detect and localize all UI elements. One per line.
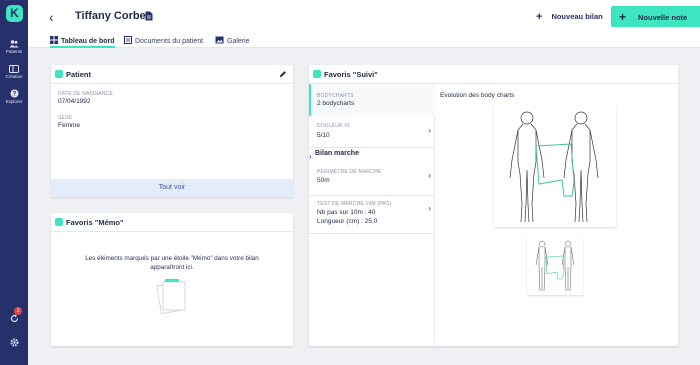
plus-icon: +	[536, 11, 543, 23]
nouveau-bilan-label: Nouveau bilan	[551, 12, 603, 21]
suivi-list: BODYCHARTS 2 bodycharts DOULEUR #1 5/10 …	[309, 84, 435, 346]
patient-card-header: Patient	[51, 65, 293, 84]
body-chart-image	[509, 111, 599, 223]
body-chart-image	[535, 240, 575, 292]
tab-documents-du-patient[interactable]: Documents du patient	[124, 35, 203, 48]
perimetre-value: 50m	[317, 177, 330, 184]
chevron-right-icon: ›	[309, 152, 312, 161]
sidebar-item-label: Explorer	[5, 99, 23, 104]
tab-galerie[interactable]: Galerie	[215, 35, 250, 48]
douleur-label: DOULEUR #1	[317, 123, 351, 129]
suivi-card-header: Favoris "Suivi"	[309, 65, 678, 84]
svg-text:?: ?	[12, 92, 16, 98]
plus-icon: +	[619, 10, 627, 24]
memo-empty-text: Les éléments marqués par une étoile "Mém…	[85, 255, 259, 271]
notification-badge: 1	[14, 307, 22, 315]
gear-icon	[10, 338, 18, 347]
gallery-icon	[215, 36, 224, 44]
sidebar-item-creation[interactable]: Création	[0, 65, 28, 80]
patient-card: Patient DATE DE NAISSANCE 07/04/1992 SEX…	[51, 65, 293, 197]
app-logo[interactable]: K	[6, 5, 23, 22]
sidebar-item-label: Patients	[5, 49, 23, 54]
back-chevron-icon[interactable]: ‹	[49, 9, 54, 25]
tab-label: Documents du patient	[135, 38, 204, 45]
chevron-right-icon: ›	[428, 171, 431, 180]
sidebar-item-explorer[interactable]: ? Explorer	[0, 89, 28, 105]
list-item-bodycharts[interactable]: BODYCHARTS 2 bodycharts	[309, 84, 435, 116]
memo-card-header: Favoris "Mémo"	[51, 213, 293, 232]
bodycharts-label: BODYCHARTS	[317, 93, 354, 99]
documents-icon	[124, 36, 132, 44]
dob-value: 07/04/1992	[58, 98, 91, 105]
memo-icon	[55, 218, 63, 226]
sidebar-item-patients[interactable]: Patients	[0, 40, 28, 55]
layout-icon	[9, 65, 19, 73]
tab-label: Galerie	[227, 38, 250, 45]
test-label: TEST DE MARCHE 10M (PAS)	[317, 201, 392, 207]
patient-name: Tiffany Corbet	[75, 10, 150, 22]
tout-voir-button[interactable]: Tout voir	[51, 179, 293, 197]
bodycharts-value: 2 bodycharts	[317, 100, 355, 107]
top-bar: ‹ Tiffany Corbet + Nouveau bilan + Nouvell…	[28, 0, 700, 48]
dashboard-icon	[50, 36, 58, 44]
nouvelle-note-label: Nouvelle note	[638, 13, 688, 22]
suivi-card: Favoris "Suivi" BODYCHARTS 2 bodycharts …	[309, 65, 678, 346]
chevron-right-icon: ›	[428, 126, 431, 135]
sidebar-item-label: Création	[5, 74, 23, 79]
bodychart-thumbnail-1[interactable]	[494, 104, 616, 227]
document-icon[interactable]	[145, 11, 153, 21]
users-icon	[9, 40, 19, 48]
empty-notes-illustration	[156, 279, 186, 315]
tab-label: Tableau de bord	[61, 38, 115, 45]
list-item-perimetre[interactable]: PÉRIMÈTRE DE MARCHE 50m ›	[309, 164, 435, 196]
chart-line-icon	[313, 70, 321, 78]
list-item-douleur[interactable]: DOULEUR #1 5/10 ›	[309, 116, 435, 148]
douleur-value: 5/10	[317, 132, 330, 139]
card-title: Favoris "Suivi"	[324, 70, 378, 79]
memo-card: Favoris "Mémo" Les éléments marqués par …	[51, 213, 293, 346]
perimetre-label: PÉRIMÈTRE DE MARCHE	[317, 169, 382, 175]
patient-icon	[55, 70, 63, 78]
nouveau-bilan-button[interactable]: + Nouveau bilan	[536, 10, 603, 23]
test-value-pas: Nb pas sur 10m : 40	[317, 209, 376, 216]
nouvelle-note-button[interactable]: + Nouvelle note	[611, 6, 700, 27]
help-icon: ?	[10, 89, 18, 98]
chevron-right-icon: ›	[428, 204, 431, 213]
tab-tableau-de-bord[interactable]: Tableau de bord	[50, 35, 115, 48]
sex-value: Femme	[58, 122, 81, 129]
chart-title: Evolution des body charts	[440, 92, 515, 99]
card-title: Favoris "Mémo"	[66, 218, 124, 227]
section-title: Bilan marche	[315, 150, 359, 157]
sex-label: SEXE	[58, 115, 73, 121]
dob-label: DATE DE NAISSANCE	[58, 91, 113, 97]
sidebar: K Patients Création ? Explorer 1	[0, 0, 28, 365]
sidebar-item-settings[interactable]	[0, 338, 28, 348]
sidebar-item-sync[interactable]	[0, 314, 28, 324]
edit-pencil-icon[interactable]	[279, 70, 287, 78]
bodychart-thumbnail-2[interactable]	[527, 237, 583, 295]
list-item-test-marche[interactable]: TEST DE MARCHE 10M (PAS) Nb pas sur 10m …	[309, 196, 435, 234]
test-value-longueur: Longueur (cm) : 25.0	[317, 218, 378, 225]
refresh-icon	[10, 314, 18, 323]
card-title: Patient	[66, 70, 92, 79]
